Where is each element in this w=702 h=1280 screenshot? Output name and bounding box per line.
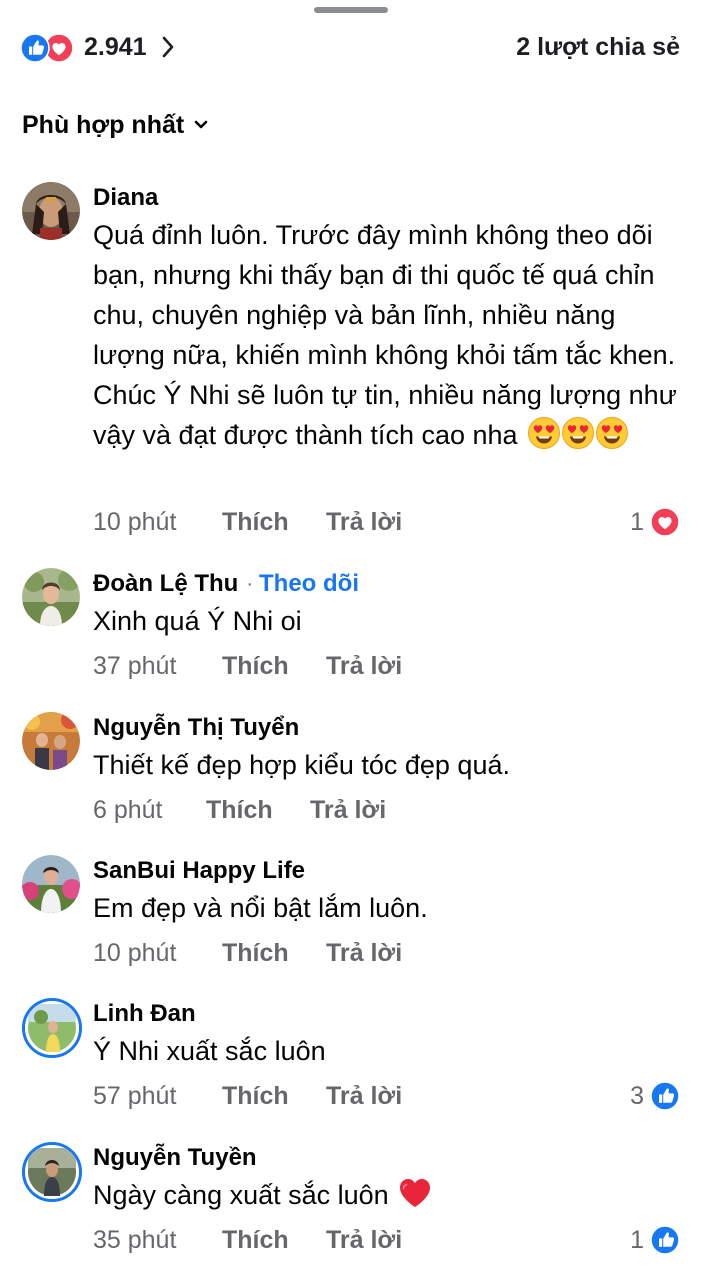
comment-time: 10 phút [93, 507, 177, 536]
avatar[interactable] [22, 855, 80, 913]
reaction-summary-button[interactable]: 2.941 [20, 32, 175, 62]
love-icon [650, 507, 680, 537]
like-button[interactable]: Thích [222, 508, 326, 537]
like-icon [650, 1225, 680, 1255]
comment-meta: 37 phút Thích Trả lời [93, 649, 680, 683]
comment-author[interactable]: SanBui Happy Life [93, 857, 305, 885]
comment-meta: 57 phút Thích Trả lời 3 [93, 1079, 680, 1113]
comment-item: Linh Đan Ý Nhi xuất sắc luôn 57 phút Thí… [22, 998, 680, 1118]
reply-button[interactable]: Trả lời [326, 1226, 402, 1255]
reply-button[interactable]: Trả lời [326, 508, 402, 537]
author-line: Nguyễn Tuyền [93, 1142, 680, 1174]
author-line: Nguyễn Thị Tuyển [93, 712, 680, 744]
author-line: Linh Đan [93, 998, 680, 1030]
comment-reaction-badge[interactable]: 1 [630, 1223, 680, 1257]
comment-item: Đoàn Lệ Thu · Theo dõi Xinh quá Ý Nhi oi… [22, 568, 680, 688]
avatar[interactable] [22, 1142, 82, 1202]
like-button[interactable]: Thích [222, 652, 326, 681]
comment-body: Nguyễn Thị Tuyển Thiết kế đẹp hợp kiểu t… [93, 712, 680, 785]
comment-author[interactable]: Diana [93, 184, 158, 212]
like-icon [650, 1081, 680, 1111]
reactions-header: 2.941 2 lượt chia sẻ [20, 30, 680, 64]
reply-button[interactable]: Trả lời [326, 652, 402, 681]
comment-text: Thiết kế đẹp hợp kiểu tóc đẹp quá. [93, 750, 510, 780]
comment-author[interactable]: Đoàn Lệ Thu [93, 570, 238, 598]
comment-text: Em đẹp và nổi bật lắm luôn. [93, 893, 428, 923]
comment-reaction-badge[interactable]: 1 [630, 505, 680, 539]
comment-reaction-count: 1 [630, 1225, 644, 1254]
sheet-drag-handle[interactable] [314, 7, 388, 13]
reply-button[interactable]: Trả lời [310, 796, 386, 825]
reply-button[interactable]: Trả lời [326, 1082, 402, 1111]
comment-text: Quá đỉnh luôn. Trước đây mình không theo… [93, 215, 680, 461]
sort-label: Phù hợp nhất [22, 110, 185, 139]
comment-body: Đoàn Lệ Thu · Theo dõi Xinh quá Ý Nhi oi [93, 568, 680, 641]
comment-meta: 35 phút Thích Trả lời 1 [93, 1223, 680, 1257]
comment-body: SanBui Happy Life Em đẹp và nổi bật lắm … [93, 855, 680, 928]
comment-text: Xinh quá Ý Nhi oi [93, 606, 302, 636]
comment-body: Linh Đan Ý Nhi xuất sắc luôn [93, 998, 680, 1071]
comment-body: Nguyễn Tuyền Ngày càng xuất sắc luôn [93, 1142, 680, 1221]
chevron-right-icon [161, 35, 175, 59]
comment-meta: 10 phút Thích Trả lời [93, 936, 680, 970]
comment-item: Diana Quá đỉnh luôn. Trước đây mình khôn… [22, 182, 680, 542]
heart-eyes-icon [561, 416, 595, 450]
comment-time: 6 phút [93, 795, 163, 824]
like-button[interactable]: Thích [222, 1226, 326, 1255]
comment-text-content: Ngày càng xuất sắc luôn [93, 1180, 389, 1210]
author-line: Diana [93, 182, 680, 214]
comment-time: 10 phút [93, 938, 177, 967]
follow-button[interactable]: Theo dõi [259, 570, 359, 598]
comment-author[interactable]: Nguyễn Tuyền [93, 1144, 257, 1172]
red-heart-icon [398, 1176, 432, 1210]
heart-eyes-emoji-group [527, 416, 629, 461]
comment-text: Ngày càng xuất sắc luôn [93, 1175, 680, 1221]
comment-text: Ý Nhi xuất sắc luôn [93, 1036, 326, 1066]
like-icon [20, 33, 50, 63]
separator-dot: · [246, 572, 253, 595]
like-button[interactable]: Thích [222, 939, 326, 968]
comment-item: SanBui Happy Life Em đẹp và nổi bật lắm … [22, 855, 680, 975]
comment-meta: 10 phút Thích Trả lời 1 [93, 505, 680, 539]
comment-reaction-count: 1 [630, 507, 644, 536]
author-line: Đoàn Lệ Thu · Theo dõi [93, 568, 680, 600]
author-line: SanBui Happy Life [93, 855, 680, 887]
share-count-link[interactable]: 2 lượt chia sẻ [516, 33, 680, 62]
comment-author[interactable]: Nguyễn Thị Tuyển [93, 714, 299, 742]
heart-eyes-icon [527, 416, 561, 450]
reply-button[interactable]: Trả lời [326, 939, 402, 968]
reaction-icons [20, 32, 78, 62]
chevron-down-icon [193, 119, 209, 131]
comment-body: Diana Quá đỉnh luôn. Trước đây mình khôn… [93, 182, 680, 461]
heart-eyes-icon [595, 416, 629, 450]
avatar[interactable] [22, 712, 80, 770]
comment-reaction-count: 3 [630, 1081, 644, 1110]
comment-time: 57 phút [93, 1081, 177, 1110]
avatar[interactable] [22, 998, 82, 1058]
sort-dropdown[interactable]: Phù hợp nhất [22, 105, 209, 145]
comment-item: Nguyễn Tuyền Ngày càng xuất sắc luôn 35 … [22, 1142, 680, 1262]
comment-time: 35 phút [93, 1225, 177, 1254]
avatar[interactable] [22, 182, 80, 240]
avatar[interactable] [22, 568, 80, 626]
comment-reaction-badge[interactable]: 3 [630, 1079, 680, 1113]
like-button[interactable]: Thích [222, 1082, 326, 1111]
comment-author[interactable]: Linh Đan [93, 1000, 196, 1028]
reaction-count: 2.941 [84, 32, 147, 61]
red-heart-emoji [398, 1176, 432, 1221]
comment-meta: 6 phút Thích Trả lời [93, 793, 680, 827]
like-button[interactable]: Thích [206, 796, 310, 825]
comment-item: Nguyễn Thị Tuyển Thiết kế đẹp hợp kiểu t… [22, 712, 680, 832]
comment-time: 37 phút [93, 651, 177, 680]
